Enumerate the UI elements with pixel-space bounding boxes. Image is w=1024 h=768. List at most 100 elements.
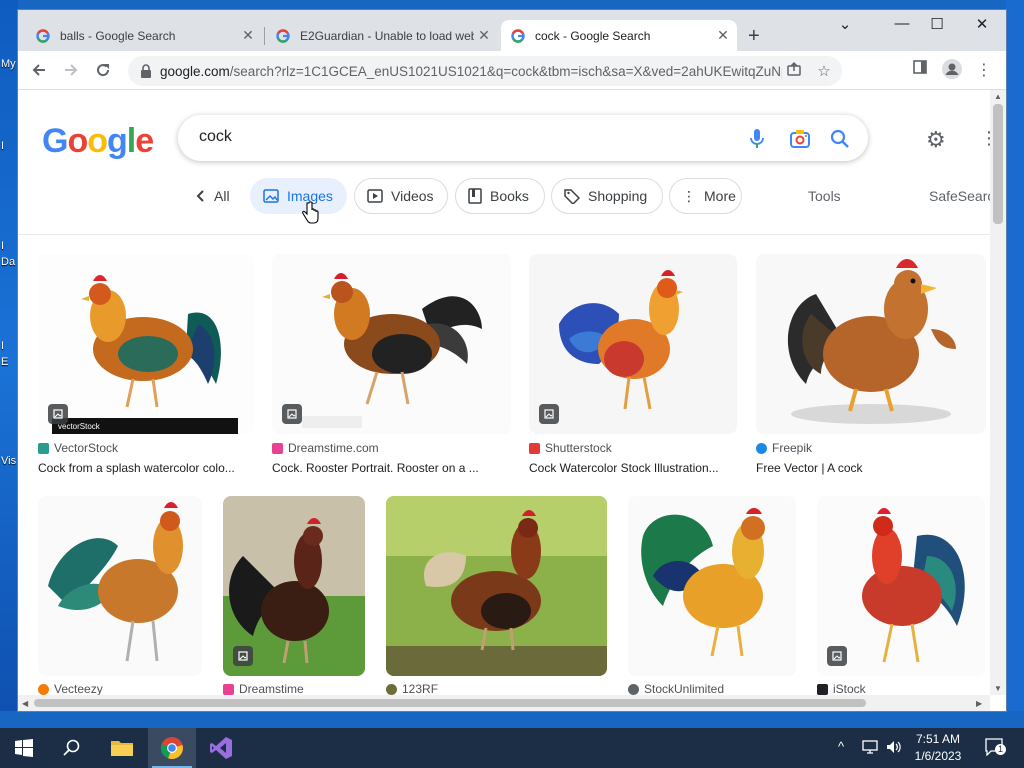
network-icon[interactable] <box>862 740 878 757</box>
rooster-thumbnail[interactable] <box>756 254 986 434</box>
tab-search-icon[interactable]: ⌄ <box>833 15 857 33</box>
notification-center-icon[interactable]: 1 <box>985 738 1006 759</box>
close-tab-icon[interactable]: ✕ <box>474 27 494 44</box>
desktop-bottom-edge <box>0 711 1024 728</box>
chip-images[interactable]: Images <box>250 178 347 214</box>
tab-title: cock - Google Search <box>535 28 651 43</box>
chrome-taskbar-button[interactable] <box>148 728 196 768</box>
desktop-icon-label: Da <box>1 256 16 268</box>
result-caption: Cock Watercolor Stock Illustration... <box>529 461 719 475</box>
result-source: VectorStock <box>38 441 118 455</box>
system-clock[interactable]: 7:51 AM 1/6/2023 <box>900 731 976 765</box>
rooster-thumbnail[interactable] <box>38 496 202 676</box>
vertical-scrollbar[interactable]: ▲ ▼ <box>990 90 1006 695</box>
show-hidden-icons-icon[interactable]: ^ <box>838 739 844 754</box>
image-result[interactable]: vectorStock VectorStock Cock from a spla… <box>38 254 254 484</box>
result-source: Dreamstime.com <box>272 441 379 455</box>
share-icon[interactable] <box>782 61 806 81</box>
chip-books[interactable]: Books <box>455 178 545 214</box>
close-window-button[interactable]: ✕ <box>970 15 994 33</box>
image-result[interactable]: 123RF <box>386 496 607 695</box>
rooster-thumbnail[interactable] <box>817 496 985 676</box>
chrome-menu-icon[interactable]: ⋮ <box>973 60 995 80</box>
url-path: /search?rlz=1C1GCEA_enUS1021US1021&q=coc… <box>229 63 782 79</box>
voice-search-icon[interactable] <box>745 127 769 151</box>
vertical-scroll-thumb[interactable] <box>993 104 1003 224</box>
taskbar-search-button[interactable] <box>48 728 96 768</box>
search-input[interactable]: cock <box>178 115 868 161</box>
scroll-right-icon[interactable]: ▶ <box>976 699 982 708</box>
result-caption: Cock. Rooster Portrait. Rooster on a ... <box>272 461 479 475</box>
rooster-thumbnail[interactable] <box>272 254 511 434</box>
settings-gear-icon[interactable]: ⚙ <box>926 127 946 153</box>
image-icon <box>263 188 279 204</box>
image-result[interactable]: Freepik Free Vector | A cock <box>756 254 986 484</box>
source-favicon-icon <box>223 683 234 695</box>
safesearch-button[interactable]: SafeSearch <box>929 188 990 204</box>
rooster-thumbnail[interactable] <box>386 496 607 676</box>
image-result[interactable]: StockUnlimited <box>628 496 796 695</box>
new-tab-button[interactable]: + <box>748 25 760 48</box>
result-source: StockUnlimited <box>628 682 724 695</box>
forward-button[interactable] <box>60 59 82 81</box>
bookmark-star-icon[interactable]: ☆ <box>812 62 836 80</box>
google-apps-icon[interactable]: ⋮ <box>980 128 990 149</box>
video-icon <box>367 188 383 204</box>
search-icon <box>63 739 80 756</box>
scroll-down-icon[interactable]: ▼ <box>994 684 1002 693</box>
lens-camera-icon[interactable] <box>788 127 812 151</box>
source-favicon-icon <box>386 683 397 695</box>
header-divider <box>18 234 990 235</box>
rooster-thumbnail[interactable] <box>223 496 365 676</box>
rooster-thumbnail[interactable] <box>529 254 737 434</box>
image-result[interactable]: Vecteezy <box>38 496 202 695</box>
chip-label: All <box>214 188 230 204</box>
hand-cursor-icon <box>302 201 319 224</box>
address-bar[interactable]: google.com/search?rlz=1C1GCEA_enUS1021US… <box>128 56 842 86</box>
desktop-icon-label: My <box>1 58 16 70</box>
start-button[interactable] <box>0 728 48 768</box>
desktop-icon-label: I <box>1 340 5 352</box>
source-favicon-icon <box>38 442 49 454</box>
source-favicon-icon <box>529 442 540 454</box>
chip-shopping[interactable]: Shopping <box>551 178 663 214</box>
result-source: Vecteezy <box>38 682 103 695</box>
image-result[interactable]: Shutterstock Cock Watercolor Stock Illus… <box>529 254 737 484</box>
source-favicon-icon <box>272 442 283 454</box>
image-result[interactable]: Dreamstime <box>223 496 365 695</box>
horizontal-scroll-thumb[interactable] <box>34 699 866 707</box>
side-panel-icon[interactable] <box>909 60 931 79</box>
back-arrow-icon <box>32 64 45 76</box>
close-tab-icon[interactable]: ✕ <box>713 27 733 44</box>
maximize-button[interactable]: ☐ <box>925 15 949 33</box>
search-icon[interactable] <box>828 127 852 151</box>
file-explorer-button[interactable] <box>98 728 146 768</box>
image-result[interactable]: Dreamstime.com Cock. Rooster Portrait. R… <box>272 254 511 484</box>
clock-date: 1/6/2023 <box>914 749 962 763</box>
chip-videos[interactable]: Videos <box>354 178 448 214</box>
tab-balls[interactable]: balls - Google Search ✕ <box>26 20 262 51</box>
horizontal-scrollbar[interactable]: ◀ ▶ <box>18 695 990 711</box>
rooster-thumbnail[interactable] <box>628 496 796 676</box>
reload-button[interactable] <box>92 59 114 81</box>
image-result[interactable]: iStock <box>817 496 985 695</box>
tab-title: balls - Google Search <box>60 28 176 43</box>
tab-cock-active[interactable]: cock - Google Search ✕ <box>501 20 737 51</box>
clock-time: 7:51 AM <box>915 732 961 746</box>
google-logo[interactable]: Google <box>42 122 154 161</box>
google-g-icon <box>36 28 50 43</box>
tools-button[interactable]: Tools <box>808 188 841 204</box>
url-host: google.com <box>160 63 230 79</box>
tab-e2guardian[interactable]: E2Guardian - Unable to load web ✕ <box>266 20 498 51</box>
back-button[interactable] <box>28 59 50 81</box>
visual-studio-button[interactable] <box>197 728 245 768</box>
scroll-left-icon[interactable]: ◀ <box>22 699 28 708</box>
minimize-button[interactable]: — <box>890 15 914 32</box>
scroll-up-icon[interactable]: ▲ <box>994 92 1002 101</box>
result-source: Freepik <box>756 441 812 455</box>
rooster-thumbnail[interactable]: vectorStock <box>38 254 254 434</box>
chip-all[interactable]: All <box>184 178 242 214</box>
chip-more[interactable]: ⋮ More <box>669 178 742 214</box>
close-tab-icon[interactable]: ✕ <box>238 27 258 44</box>
profile-avatar-icon[interactable] <box>941 58 963 85</box>
